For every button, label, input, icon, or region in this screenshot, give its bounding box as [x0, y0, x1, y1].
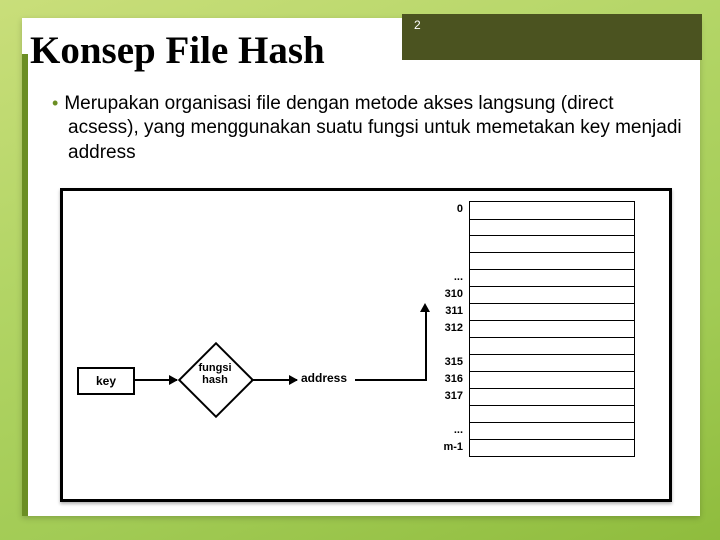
row-cell [469, 388, 635, 406]
table-row: 0 [411, 201, 635, 218]
row-label [411, 337, 469, 354]
row-cell [469, 235, 635, 253]
table-row [411, 235, 635, 252]
row-label: 0 [411, 201, 469, 218]
row-cell [469, 405, 635, 423]
hash-function-label: fungsi hash [179, 363, 251, 386]
table-row [411, 337, 635, 354]
row-cell [469, 303, 635, 321]
arrow-icon [133, 379, 177, 381]
table-row: ... [411, 422, 635, 439]
slide-title: Konsep File Hash [30, 28, 325, 73]
key-box: key [77, 367, 135, 395]
table-row [411, 405, 635, 422]
row-label: m-1 [411, 439, 469, 456]
row-label: 316 [411, 371, 469, 388]
row-cell [469, 269, 635, 287]
row-label [411, 252, 469, 269]
table-row: 311 [411, 303, 635, 320]
table-row: 316 [411, 371, 635, 388]
table-row [411, 218, 635, 235]
table-row: 317 [411, 388, 635, 405]
table-row: ... [411, 269, 635, 286]
row-cell [469, 286, 635, 304]
row-cell [469, 354, 635, 372]
address-label: address [301, 371, 347, 385]
row-label: 310 [411, 286, 469, 303]
slide-body: Merupakan organisasi file dengan metode … [50, 92, 686, 165]
table-row: 315 [411, 354, 635, 371]
row-label: 315 [411, 354, 469, 371]
row-label: 311 [411, 303, 469, 320]
row-label [411, 218, 469, 235]
row-label: 317 [411, 388, 469, 405]
row-label [411, 235, 469, 252]
row-label: ... [411, 269, 469, 286]
bullet-item: Merupakan organisasi file dengan metode … [68, 92, 686, 165]
row-label [411, 405, 469, 422]
address-table: 0...310311312315316317...m-1 [411, 201, 635, 456]
row-cell [469, 252, 635, 270]
table-row: m-1 [411, 439, 635, 456]
row-cell [469, 371, 635, 389]
arrow-icon [251, 379, 297, 381]
row-label: 312 [411, 320, 469, 337]
row-cell [469, 320, 635, 338]
row-cell [469, 337, 635, 355]
row-label: ... [411, 422, 469, 439]
table-row [411, 252, 635, 269]
hash-diagram: key fungsi hash address 0...310311312315… [60, 188, 672, 502]
row-cell [469, 218, 635, 236]
hash-function-node: fungsi hash [179, 343, 251, 415]
slide-panel: 2 Konsep File Hash Merupakan organisasi … [22, 18, 700, 516]
slide-number-box: 2 [402, 14, 702, 60]
slide-number: 2 [414, 18, 421, 32]
slide: 2 Konsep File Hash Merupakan organisasi … [0, 0, 720, 540]
table-row: 310 [411, 286, 635, 303]
row-cell [469, 439, 635, 457]
table-row: 312 [411, 320, 635, 337]
row-cell [469, 422, 635, 440]
